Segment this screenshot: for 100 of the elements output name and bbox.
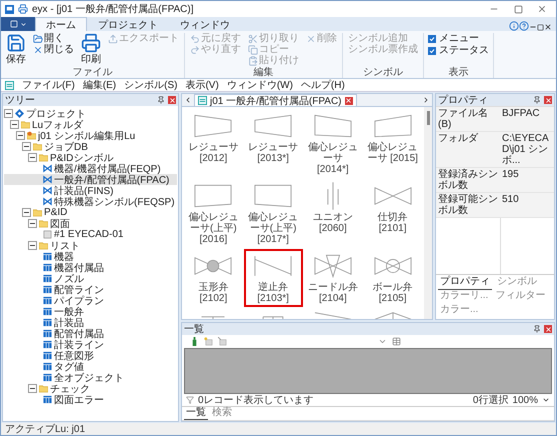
document-icon xyxy=(5,80,14,90)
tree-item[interactable]: 図面エラー xyxy=(4,394,177,405)
property-name: 登録可能シンボル数 xyxy=(436,193,500,218)
scissors-icon xyxy=(248,34,258,44)
pin-icon[interactable] xyxy=(157,96,165,104)
panel-title: プロパティ xyxy=(438,94,489,107)
tree-item[interactable]: P&IDシンボル xyxy=(4,152,177,163)
collapse-icon[interactable] xyxy=(22,208,31,217)
panel-tab[interactable]: プロパティ xyxy=(438,276,492,290)
table-icon xyxy=(43,285,52,294)
tree-item[interactable]: P&ID xyxy=(4,207,177,218)
folder-icon xyxy=(27,131,36,140)
tree-item[interactable]: 機器/機器付属品(FEQP) xyxy=(4,163,177,174)
tree-item[interactable]: チェック xyxy=(4,383,177,394)
tree-item[interactable]: 図面 xyxy=(4,218,177,229)
tree-item[interactable]: 計装品(FINS) xyxy=(4,185,177,196)
restore-icon[interactable] xyxy=(537,24,544,31)
panel-tab[interactable]: 一覧 xyxy=(184,407,208,420)
tree-item[interactable]: プロジェクト xyxy=(4,108,177,119)
ribbon-tab[interactable]: プロジェクト xyxy=(87,17,169,31)
scroll-left-icon[interactable] xyxy=(184,96,192,104)
paste-icon xyxy=(248,56,258,66)
property-value: C:\EYECAD\j01 シンボ... xyxy=(500,132,554,168)
tree-item[interactable]: パイプラン xyxy=(4,295,177,306)
tree-item[interactable]: 配管付属品 xyxy=(4,328,177,339)
tree-item[interactable]: Luフォルダ xyxy=(4,119,177,130)
ribbon-button[interactable]: 開く xyxy=(32,33,75,44)
tree-item[interactable]: 一般弁 xyxy=(4,306,177,317)
document-tab[interactable]: j01 一般弁/配管付属品(FPAC) xyxy=(194,94,356,106)
collapse-icon[interactable] xyxy=(28,384,37,393)
pin-icon[interactable] xyxy=(533,325,541,333)
collapse-icon[interactable] xyxy=(16,131,25,140)
tree-item[interactable]: タグ値 xyxy=(4,361,177,372)
panel-tab[interactable]: シンボル xyxy=(495,276,539,290)
collapse-icon[interactable] xyxy=(4,109,13,118)
tree-item[interactable]: 計装品 xyxy=(4,317,177,328)
tree-item[interactable]: ジョブDB xyxy=(4,141,177,152)
app-icon xyxy=(5,4,14,14)
ribbon-button[interactable]: 保存 xyxy=(5,33,27,65)
collapse-icon[interactable] xyxy=(10,120,19,129)
checkbox-label: メニュー xyxy=(439,33,479,45)
ribbon-button[interactable]: 印刷 xyxy=(80,33,102,65)
printer-icon[interactable] xyxy=(18,4,28,14)
scrollbar-thumb[interactable] xyxy=(426,111,430,125)
menu-item[interactable]: 表示(V) xyxy=(185,78,219,92)
collapse-icon[interactable] xyxy=(28,241,37,250)
table-icon xyxy=(43,373,52,382)
ribbon-tab[interactable]: ウィンドウ xyxy=(169,17,241,31)
tree-item[interactable]: 機器 xyxy=(4,251,177,262)
dropdown-icon[interactable] xyxy=(542,396,550,404)
tree-item[interactable]: リスト xyxy=(4,240,177,251)
close-icon[interactable] xyxy=(544,23,552,31)
menu-item[interactable]: ヘルプ(H) xyxy=(300,78,345,92)
menu-item[interactable]: ウィンドウ(W) xyxy=(226,78,293,92)
panel-tab[interactable]: カラー... xyxy=(438,304,480,318)
tree-item[interactable]: j01 シンボル編集用Lu xyxy=(4,130,177,141)
collapse-icon[interactable] xyxy=(28,153,37,162)
tree-item[interactable]: 特殊機器シンボル(FEQSP) xyxy=(4,196,177,207)
table-icon[interactable] xyxy=(392,337,400,346)
collapse-icon[interactable] xyxy=(28,219,37,228)
menu-item[interactable]: ファイル(F) xyxy=(22,78,75,92)
checkbox[interactable] xyxy=(428,35,436,43)
pin-icon[interactable] xyxy=(533,96,541,104)
tree-item[interactable]: 機器付属品 xyxy=(4,262,177,273)
group-label: 表示 xyxy=(448,67,470,78)
collapse-icon[interactable] xyxy=(22,142,31,151)
property-value: 195 xyxy=(500,168,554,193)
bottle-icon[interactable] xyxy=(190,337,199,346)
scroll-right-icon[interactable] xyxy=(422,96,430,104)
panel-title: 一覧 xyxy=(184,323,205,336)
table-icon xyxy=(43,340,52,349)
menu-item[interactable]: 編集(E) xyxy=(82,78,116,92)
tree-item[interactable]: #1 EYECAD-01 xyxy=(4,229,177,240)
tree-item[interactable]: 一般弁/配管付属品(FPAC) xyxy=(4,174,177,185)
help-icon[interactable] xyxy=(519,21,529,31)
info-icon[interactable] xyxy=(509,21,519,31)
property-name: 登録済みシンボル数 xyxy=(436,168,500,193)
table-icon xyxy=(43,318,52,327)
table-icon xyxy=(43,263,52,272)
symbol-tile[interactable]: 逆止弁 [2103*] xyxy=(244,249,302,307)
table-icon xyxy=(43,362,52,371)
sheet-icon xyxy=(43,230,52,239)
tree-item[interactable]: 全オブジェクト xyxy=(4,372,177,383)
tree-item[interactable]: ノズル xyxy=(4,273,177,284)
file-menu-button[interactable] xyxy=(1,17,35,31)
filter-icon[interactable] xyxy=(186,396,194,404)
panel-tab[interactable]: 検索 xyxy=(210,407,234,420)
tree-item[interactable]: 任意図形 xyxy=(4,350,177,361)
tree-item[interactable]: 配管ライン xyxy=(4,284,177,295)
tree-item[interactable]: 計装ライン xyxy=(4,339,177,350)
table-icon xyxy=(43,252,52,261)
panel-tab[interactable]: カラーリ... xyxy=(438,290,490,304)
ribbon-tab[interactable]: ホーム xyxy=(35,17,87,31)
checkbox[interactable] xyxy=(428,47,436,55)
panel-tab[interactable]: フィルター xyxy=(493,290,548,304)
zoom-level[interactable]: 100% xyxy=(512,394,538,406)
save-icon xyxy=(6,33,26,53)
ribbon-button[interactable]: 閉じる xyxy=(32,44,75,55)
table-icon xyxy=(43,307,52,316)
menu-item[interactable]: シンボル(S) xyxy=(124,78,178,92)
